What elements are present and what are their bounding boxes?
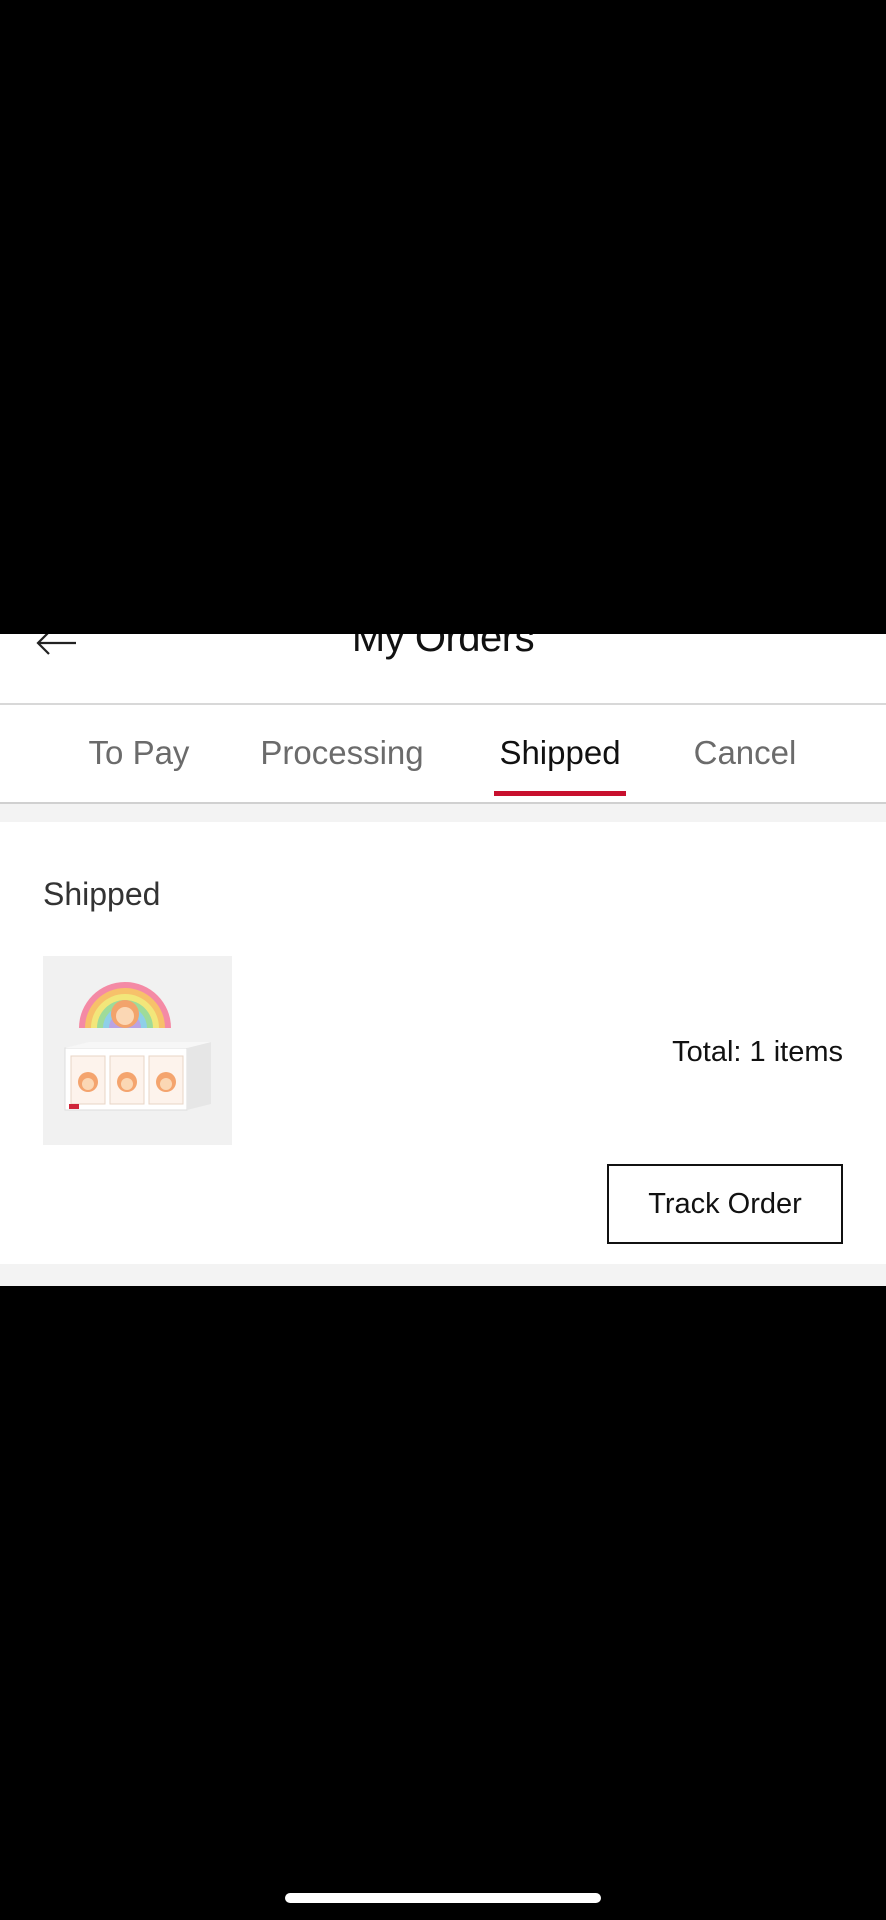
tab-to-pay[interactable]: To Pay: [88, 705, 190, 797]
track-order-button[interactable]: Track Order: [607, 1164, 843, 1244]
page-title: My Orders: [351, 634, 535, 660]
tab-processing[interactable]: Processing: [256, 705, 428, 797]
tab-cancel[interactable]: Cancel: [691, 705, 799, 797]
product-thumbnail[interactable]: [43, 956, 232, 1145]
bottom-separator: [0, 1264, 886, 1286]
tab-shipped[interactable]: Shipped: [494, 705, 626, 797]
app-header: My Orders: [0, 634, 886, 705]
section-separator: [0, 804, 886, 822]
product-box-image: [43, 956, 232, 1145]
order-card[interactable]: Shipped Total: 1 items Track Order: [0, 822, 886, 1264]
order-tabs: To Pay Processing Shipped Cancel: [0, 705, 886, 797]
order-status: Shipped: [43, 876, 161, 912]
orders-screen: My Orders To Pay Processing Shipped Canc…: [0, 634, 886, 1286]
home-indicator[interactable]: [285, 1893, 601, 1903]
active-tab-indicator: [494, 791, 626, 796]
order-total: Total: 1 items: [672, 1036, 843, 1068]
